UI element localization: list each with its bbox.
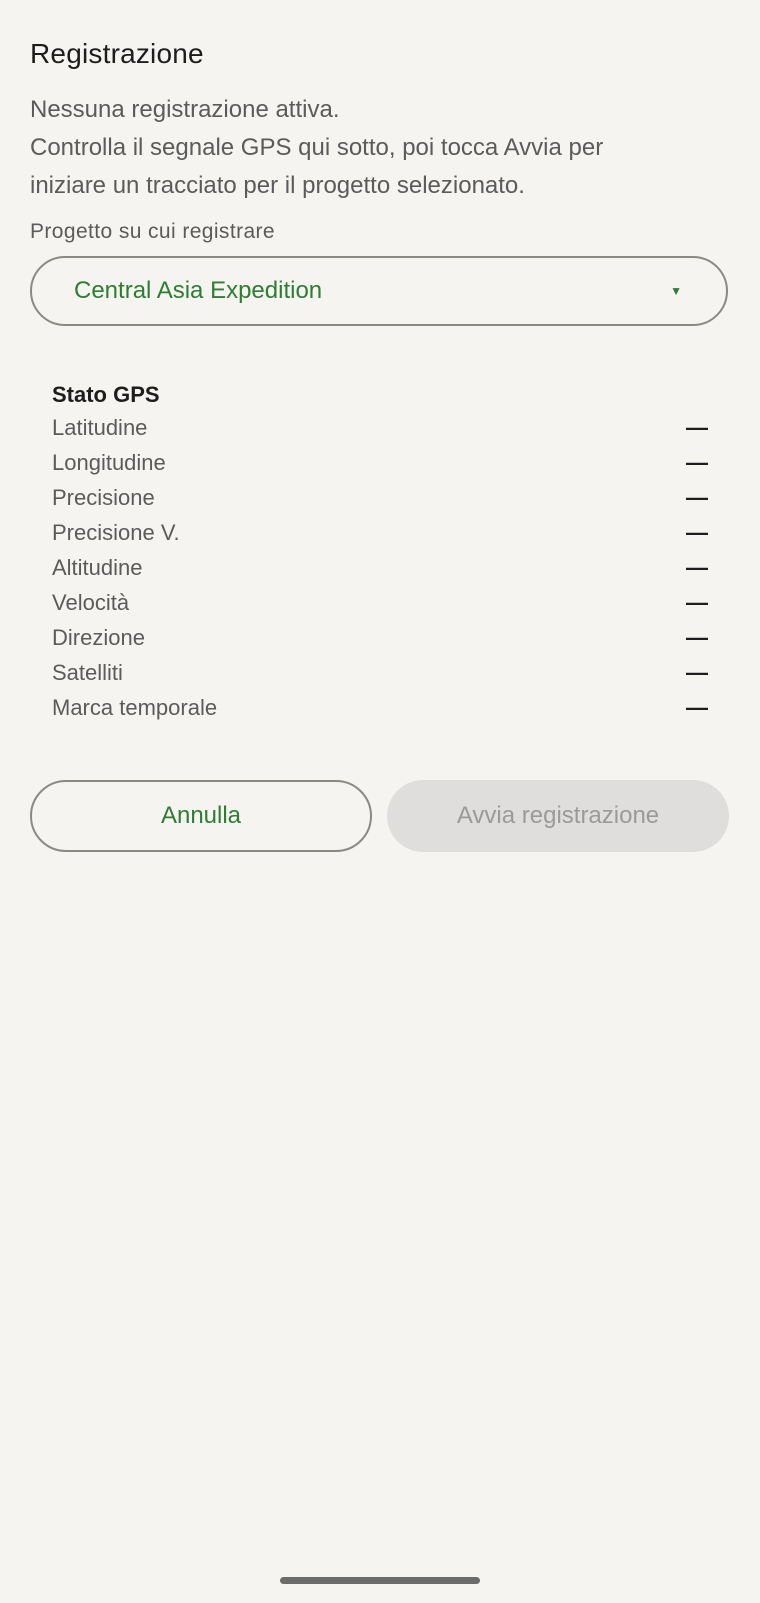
- gps-row-longitude: Longitudine —: [52, 445, 708, 480]
- gps-row-value: —: [686, 624, 708, 650]
- project-label: Progetto su cui registrare: [30, 220, 276, 243]
- gps-row-value: —: [686, 659, 708, 685]
- gps-status-panel: Stato GPS Latitudine — Longitudine — Pre…: [52, 380, 708, 725]
- gps-row-value: —: [686, 414, 708, 440]
- cancel-button[interactable]: Annulla: [30, 780, 372, 852]
- status-description: Nessuna registrazione attiva. Controlla …: [30, 91, 720, 205]
- gps-row-heading: Direzione —: [52, 620, 708, 655]
- description-line: Nessuna registrazione attiva.: [30, 96, 340, 123]
- gps-row-label: Velocità: [52, 589, 130, 615]
- gps-row-label: Direzione: [52, 624, 145, 650]
- gps-row-vertical-accuracy: Precisione V. —: [52, 515, 708, 550]
- description-line: iniziare un tracciato per il progetto se…: [30, 172, 525, 199]
- project-dropdown-value: Central Asia Expedition: [74, 277, 323, 304]
- gps-row-label: Marca temporale: [52, 694, 218, 720]
- gps-row-latitude: Latitudine —: [52, 410, 708, 445]
- gps-row-value: —: [686, 449, 708, 475]
- project-dropdown[interactable]: Central Asia Expedition ▼: [30, 256, 728, 326]
- gps-row-accuracy: Precisione —: [52, 480, 708, 515]
- gps-row-label: Longitudine: [52, 449, 166, 475]
- gps-row-satellites: Satelliti —: [52, 655, 708, 690]
- gps-row-value: —: [686, 694, 708, 720]
- gps-row-label: Precisione: [52, 484, 155, 510]
- gps-row-timestamp: Marca temporale —: [52, 690, 708, 725]
- gps-row-value: —: [686, 484, 708, 510]
- start-recording-button[interactable]: Avvia registrazione: [387, 780, 729, 852]
- gps-row-label: Satelliti: [52, 659, 123, 685]
- gps-row-label: Precisione V.: [52, 519, 180, 545]
- gps-row-value: —: [686, 519, 708, 545]
- gps-row-value: —: [686, 589, 708, 615]
- gps-row-label: Latitudine: [52, 414, 148, 440]
- gps-row-altitude: Altitudine —: [52, 550, 708, 585]
- gps-status-title: Stato GPS: [52, 382, 160, 407]
- home-indicator[interactable]: [280, 1577, 480, 1584]
- gps-row-value: —: [686, 554, 708, 580]
- gps-row-label: Altitudine: [52, 554, 143, 580]
- caret-down-icon: ▼: [670, 284, 682, 298]
- page-title: Registrazione: [30, 38, 204, 69]
- gps-row-speed: Velocità —: [52, 585, 708, 620]
- description-line: Controlla il segnale GPS qui sotto, poi …: [30, 134, 604, 161]
